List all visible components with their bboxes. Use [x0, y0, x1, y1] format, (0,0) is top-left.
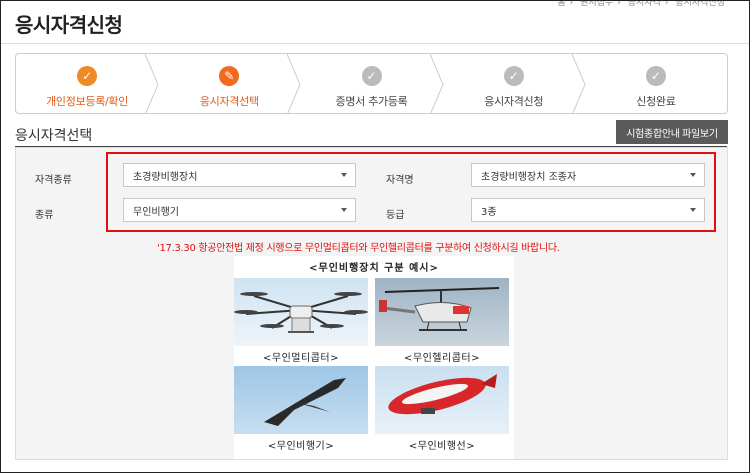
airship-image [375, 366, 509, 434]
step-label: 개인정보등록/확인 [46, 95, 129, 108]
check-icon: ✓ [503, 66, 524, 86]
helicopter-image [375, 278, 509, 346]
check-icon: ✓ [361, 66, 382, 86]
breadcrumb: 홈 › 원서접수 › 응시자격 › 응시자격신청 [557, 0, 725, 8]
step-indicator: ✓ 개인정보등록/확인 ✎ 응시자격선택 ✓ 증명서 추가등록 ✓ 응시자격신청… [15, 53, 728, 114]
step-complete: ✓ 신청완료 [585, 54, 727, 113]
step-label: 신청완료 [636, 95, 676, 108]
step-divider-icon [571, 54, 586, 113]
airship-caption: <무인비행선> [408, 441, 476, 452]
step-divider-icon [145, 54, 159, 113]
breadcrumb-item[interactable]: 원서접수 [580, 1, 613, 8]
breadcrumb-current: 응시자격신청 [675, 0, 725, 8]
multicopter-caption: <무인멀티콥터> [263, 353, 339, 364]
helicopter-caption: <무인헬리콥터> [404, 353, 480, 364]
application-frame: 홈 › 원서접수 › 응시자격 › 응시자격신청 응시자격신청 ✓ 개인정보등록/확인… [0, 0, 750, 473]
fixed-wing-image [234, 366, 368, 434]
check-icon: ✓ [77, 66, 98, 86]
page-title: 응시자격신청 [15, 13, 123, 37]
qualification-type-label: 자격종류 [35, 175, 72, 186]
step-divider-icon [429, 54, 444, 113]
step-qualification-select: ✎ 응시자격선택 [158, 54, 301, 113]
multicopter-image [234, 278, 368, 346]
step-certificate-upload: ✓ 증명서 추가등록 [300, 54, 444, 113]
step-label: 증명서 추가등록 [335, 95, 408, 108]
highlight-box [106, 152, 716, 232]
pencil-icon: ✎ [219, 66, 240, 86]
step-personal-info: ✓ 개인정보등록/확인 [16, 54, 159, 113]
check-icon: ✓ [645, 66, 666, 86]
step-label: 응시자격신청 [484, 95, 544, 108]
step-label: 응시자격선택 [199, 95, 259, 108]
notice-text: '17.3.30 항공안전법 제정 시행으로 무인멀티콥터와 무인헬리콥터를 구… [157, 243, 560, 254]
breadcrumb-item[interactable]: 응시자격 [628, 1, 661, 8]
breadcrumb-home[interactable]: 홈 [557, 1, 565, 8]
section-title: 응시자격선택 [15, 128, 93, 144]
exam-guide-file-button[interactable]: 시험종합안내 파일보기 [616, 120, 728, 144]
step-divider-icon [287, 54, 301, 113]
fixed-wing-caption: <무인비행기> [267, 441, 335, 452]
kind-label: 종류 [35, 210, 54, 221]
step-qualification-apply: ✓ 응시자격신청 [443, 54, 586, 113]
title-divider [1, 43, 749, 44]
example-title: <무인비행장치 구분 예시> [309, 263, 439, 274]
